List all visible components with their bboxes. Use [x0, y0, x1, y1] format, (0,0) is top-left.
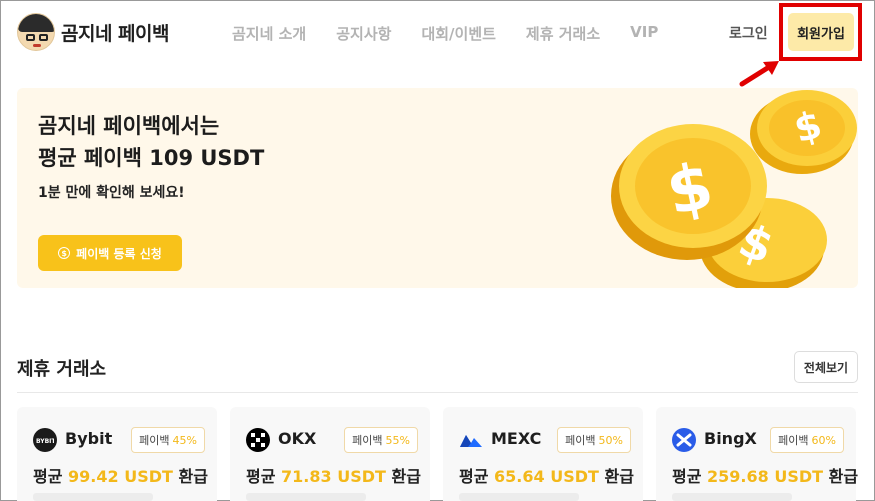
main-nav: 곰지네 소개 공지사항 대회/이벤트 제휴 거래소 VIP: [232, 23, 658, 44]
avg-prefix: 평균: [459, 467, 489, 486]
hero-banner: 곰지네 페이백에서는 평균 페이백 109 USDT 1분 만에 확인해 보세요…: [17, 88, 858, 288]
avg-suffix: 환급: [828, 467, 859, 486]
avg-value: 65.64 USDT: [494, 467, 599, 486]
avg-suffix: 환급: [178, 467, 208, 486]
cutoff-text: [33, 493, 153, 501]
cutoff-text: [459, 493, 579, 501]
payback-badge: 페이백 60%: [770, 427, 844, 453]
badge-label: 페이백: [778, 434, 809, 447]
exchange-name: MEXC: [491, 429, 542, 448]
currency-icon: $: [58, 247, 71, 259]
average-payback: 평균 65.64 USDT 환급: [459, 463, 634, 487]
badge-label: 페이백: [139, 434, 170, 447]
hero-title-line1: 곰지네 페이백에서는: [38, 114, 220, 138]
avg-suffix: 환급: [604, 467, 634, 486]
payback-badge: 페이백 50%: [557, 427, 631, 453]
exchange-card-okx[interactable]: OKX 페이백 55% 평균 71.83 USDT 환급: [230, 407, 430, 501]
svg-text:BYBIT: BYBIT: [36, 438, 54, 444]
nav-item-notice[interactable]: 공지사항: [336, 23, 391, 44]
login-link[interactable]: 로그인: [729, 23, 768, 43]
avg-value: 259.68 USDT: [707, 467, 824, 486]
cutoff-text: [246, 493, 366, 501]
exchange-card-bingx[interactable]: BingX 페이백 60% 평균 259.68 USDT 환급: [656, 407, 858, 501]
badge-label: 페이백: [565, 434, 596, 447]
brand-name: 곰지네 페이백: [61, 22, 170, 45]
view-all-button[interactable]: 전체보기: [794, 351, 858, 383]
top-header: 곰지네 페이백 곰지네 소개 공지사항 대회/이벤트 제휴 거래소 VIP 로그…: [1, 1, 874, 87]
average-payback: 평균 259.68 USDT 환급: [672, 463, 858, 487]
hero-title-line2: 평균 페이백 109 USDT: [38, 146, 265, 170]
nav-item-vip[interactable]: VIP: [630, 23, 658, 44]
payback-apply-label: 페이백 등록 신청: [76, 246, 162, 261]
badge-percent: 45%: [172, 433, 197, 447]
exchange-name: OKX: [278, 429, 317, 448]
divider: [17, 392, 858, 393]
nav-item-partners[interactable]: 제휴 거래소: [526, 23, 600, 44]
average-payback: 평균 71.83 USDT 환급: [246, 463, 421, 487]
mexc-logo-icon: [459, 428, 483, 452]
badge-percent: 55%: [385, 433, 410, 447]
badge-percent: 60%: [811, 433, 836, 447]
okx-logo-icon: [246, 428, 270, 452]
avg-prefix: 평균: [672, 467, 702, 486]
badge-percent: 50%: [598, 433, 623, 447]
brand[interactable]: 곰지네 페이백: [17, 13, 170, 51]
bybit-logo-icon: BYBIT: [33, 428, 57, 452]
exchange-name: Bybit: [65, 429, 113, 448]
payback-badge: 페이백 55%: [344, 427, 418, 453]
exchange-card-bybit[interactable]: BYBIT Bybit 페이백 45% 평균 99.42 USDT 환급: [17, 407, 217, 501]
exchange-card-mexc[interactable]: MEXC 페이백 50% 평균 65.64 USDT 환급: [443, 407, 643, 501]
nav-item-about[interactable]: 곰지네 소개: [232, 23, 306, 44]
average-payback: 평균 99.42 USDT 환급: [33, 463, 208, 487]
hero-subtitle: 1분 만에 확인해 보세요!: [38, 185, 185, 201]
cutoff-text: [672, 493, 792, 501]
exchange-name: BingX: [704, 429, 757, 448]
bingx-logo-icon: [672, 428, 696, 452]
payback-apply-button[interactable]: $ 페이백 등록 신청: [38, 235, 182, 271]
pointer-arrow-icon: [739, 61, 779, 87]
nav-item-events[interactable]: 대회/이벤트: [421, 23, 495, 44]
gold-coins-icon: $ $ $: [611, 90, 857, 288]
avg-prefix: 평균: [33, 467, 63, 486]
section-title: 제휴 거래소: [17, 359, 107, 380]
hero-title: 곰지네 페이백에서는 평균 페이백 109 USDT: [38, 110, 264, 174]
signup-button[interactable]: 회원가입: [788, 13, 854, 51]
badge-label: 페이백: [352, 434, 383, 447]
avg-prefix: 평균: [246, 467, 276, 486]
avg-value: 99.42 USDT: [68, 467, 173, 486]
avg-suffix: 환급: [391, 467, 421, 486]
avg-value: 71.83 USDT: [281, 467, 386, 486]
exchange-card-list: BYBIT Bybit 페이백 45% 평균 99.42 USDT 환급 OKX…: [17, 407, 858, 501]
avatar: [17, 13, 55, 51]
payback-badge: 페이백 45%: [131, 427, 205, 453]
